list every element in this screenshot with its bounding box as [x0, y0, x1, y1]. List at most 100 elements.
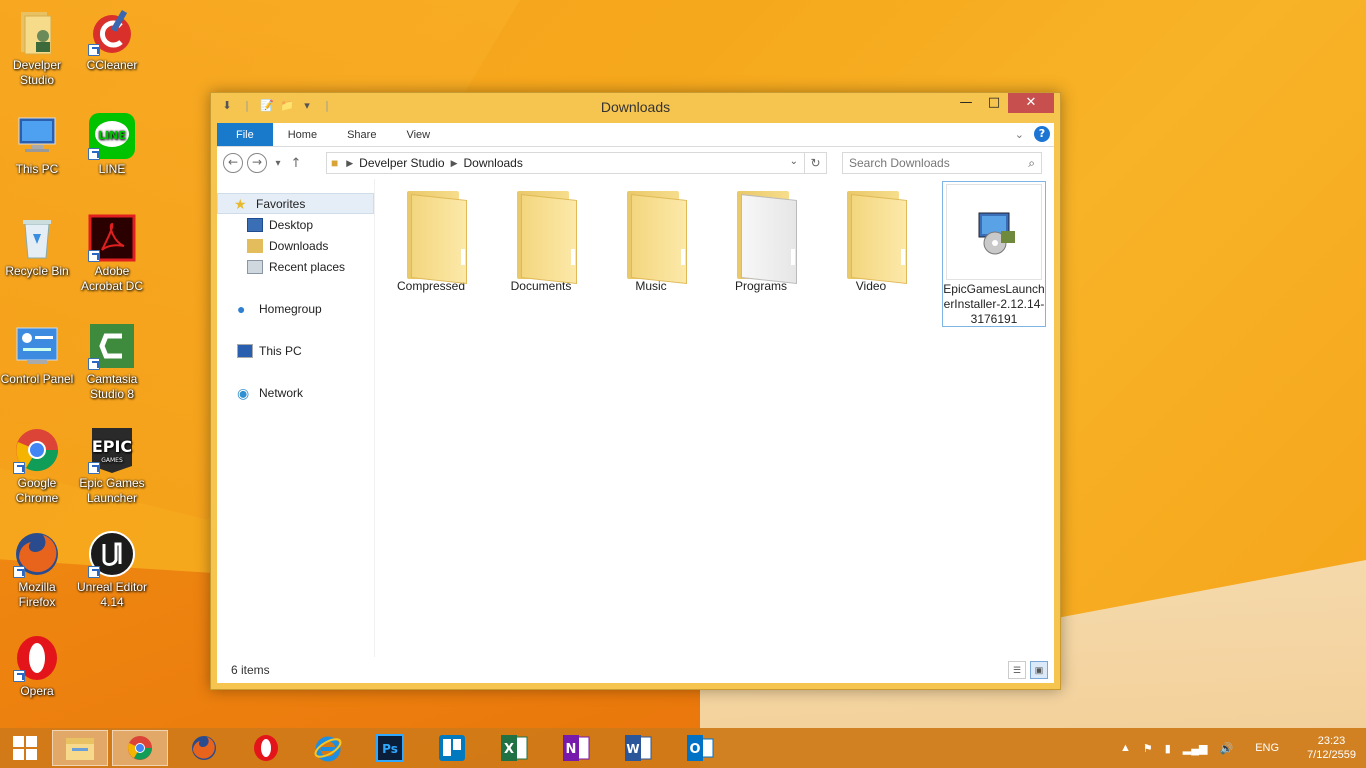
nav-label: Desktop [269, 217, 314, 232]
title-bar[interactable]: ⬇ | 📝 📁 ▾ | Downloads — □ ✕ [211, 93, 1060, 123]
tab-home[interactable]: Home [273, 123, 332, 146]
firefox-icon [13, 530, 61, 578]
desktop-icon-develper-studio[interactable]: Develper Studio [0, 8, 74, 88]
maximize-button[interactable]: □ [980, 93, 1008, 113]
shortcut-arrow-icon [13, 670, 25, 682]
search-input[interactable]: Search Downloads ⌕ [842, 152, 1042, 174]
forward-button[interactable]: → [247, 153, 267, 173]
expand-ribbon-chevron-icon[interactable]: ⌄ [1015, 128, 1024, 141]
clock[interactable]: 23:23 7/12/2559 [1307, 734, 1356, 762]
nav-label: Recent places [269, 259, 346, 274]
desktop-icon-line[interactable]: LINE LINE [75, 112, 149, 177]
nav-desktop[interactable]: Desktop [217, 214, 374, 235]
clock-time: 23:23 [1317, 735, 1346, 747]
desktop-icon-ccleaner[interactable]: CCleaner [75, 8, 149, 73]
taskbar-onenote[interactable]: N [548, 730, 604, 766]
language-indicator[interactable]: ENG [1255, 742, 1279, 754]
network-signal-icon[interactable]: ▂▄▆ [1183, 742, 1208, 755]
desktop-icon-label: CCleaner [86, 58, 138, 72]
search-icon[interactable]: ⌕ [1028, 153, 1035, 173]
breadcrumb-downloads[interactable]: Downloads [463, 156, 522, 170]
desktop-icon-epic-games[interactable]: EPIC GAMES Epic Games Launcher [75, 426, 149, 506]
taskbar-chrome[interactable] [112, 730, 168, 766]
tab-file[interactable]: File [217, 123, 273, 146]
shortcut-arrow-icon [88, 44, 100, 56]
taskbar-internet-explorer[interactable] [300, 730, 356, 766]
recent-locations-chevron-icon[interactable]: ▾ [271, 158, 285, 169]
address-bar[interactable]: ■ ▶ Develper Studio ▶ Downloads ⌄ ↻ [326, 152, 827, 174]
line-icon: LINE [88, 112, 136, 160]
shortcut-arrow-icon [13, 462, 25, 474]
minimize-button[interactable]: — [952, 93, 980, 113]
battery-icon[interactable]: ▮ [1165, 742, 1171, 755]
nav-homegroup[interactable]: ● Homegroup [217, 298, 374, 319]
taskbar-firefox[interactable] [176, 730, 232, 766]
desktop-icon-mozilla-firefox[interactable]: Mozilla Firefox [0, 530, 74, 610]
taskbar-opera[interactable] [238, 730, 294, 766]
folder-item-music[interactable]: Music [598, 181, 704, 294]
desktop-icon-label: Opera [20, 684, 54, 698]
show-hidden-icons-chevron-icon[interactable]: ▲ [1120, 742, 1131, 754]
svg-text:Ps: Ps [382, 742, 398, 756]
address-dropdown-icon[interactable]: ⌄ [790, 156, 798, 167]
desktop-icon-google-chrome[interactable]: Google Chrome [0, 426, 74, 506]
shortcut-arrow-icon [88, 250, 100, 262]
desktop-icon-camtasia[interactable]: Camtasia Studio 8 [75, 322, 149, 402]
folder-icon [493, 181, 589, 284]
explorer-body: File Home Share View ⌄ ? ← → ▾ ↑ ■ ▶ Dev… [217, 123, 1054, 683]
action-center-flag-icon[interactable]: ⚑ [1143, 742, 1153, 755]
breadcrumb-separator: ▶ [450, 157, 458, 168]
outlook-icon: O [687, 735, 714, 761]
desktop-icon-label: Camtasia Studio 8 [86, 372, 138, 401]
desktop-icon-unreal-editor[interactable]: Unreal Editor 4.14 [75, 530, 149, 610]
trello-icon [439, 735, 465, 761]
desktop-icon-opera[interactable]: Opera [0, 634, 74, 699]
shortcut-arrow-icon [88, 566, 100, 578]
desktop-icon-recycle-bin[interactable]: Recycle Bin [0, 214, 74, 279]
file-item-epic-installer[interactable]: EpicGamesLauncherInstaller-2.12.14-31761… [942, 181, 1046, 327]
desktop-icon-adobe-acrobat[interactable]: Adobe Acrobat DC [75, 214, 149, 294]
tab-view[interactable]: View [391, 123, 445, 146]
nav-recent-places[interactable]: Recent places [217, 256, 374, 277]
folder-item-compressed[interactable]: Compressed [378, 181, 484, 294]
nav-label: Downloads [269, 238, 329, 253]
svg-text:O: O [689, 742, 700, 757]
nav-label: Homegroup [259, 301, 322, 316]
nav-this-pc[interactable]: This PC [217, 340, 374, 361]
volume-icon[interactable]: 🔊 [1220, 742, 1234, 755]
up-button[interactable]: ↑ [289, 156, 303, 171]
shortcut-arrow-icon [13, 566, 25, 578]
svg-text:X: X [504, 742, 514, 757]
taskbar-word[interactable]: W [610, 730, 666, 766]
close-button[interactable]: ✕ [1008, 93, 1054, 113]
nav-label: Favorites [256, 196, 306, 211]
large-icons-view-icon[interactable]: ▣ [1030, 661, 1048, 679]
desktop-icon-control-panel[interactable]: Control Panel [0, 322, 74, 387]
nav-downloads[interactable]: Downloads [217, 235, 374, 256]
nav-favorites[interactable]: ★ Favorites [217, 193, 374, 214]
back-button[interactable]: ← [223, 153, 243, 173]
onenote-icon: N [563, 735, 590, 761]
nav-network[interactable]: ◉ Network [217, 382, 374, 403]
taskbar-file-explorer[interactable] [52, 730, 108, 766]
nav-label: Network [259, 385, 304, 400]
help-icon[interactable]: ? [1034, 126, 1050, 142]
folder-icon [603, 181, 699, 284]
start-button[interactable] [0, 730, 50, 766]
refresh-icon[interactable]: ↻ [804, 153, 826, 173]
folder-item-programs[interactable]: Programs [708, 181, 814, 294]
shortcut-arrow-icon [88, 148, 100, 160]
taskbar-outlook[interactable]: O [672, 730, 728, 766]
taskbar-photoshop[interactable]: Ps [362, 730, 418, 766]
folder-item-video[interactable]: Video [818, 181, 924, 294]
desktop-icon-label: Adobe Acrobat DC [80, 264, 144, 293]
taskbar-excel[interactable]: X [486, 730, 542, 766]
desktop-icon-this-pc[interactable]: This PC [0, 112, 74, 177]
details-view-icon[interactable]: ☰ [1008, 661, 1026, 679]
svg-text:W: W [626, 742, 639, 756]
taskbar-trello[interactable] [424, 730, 480, 766]
tab-share[interactable]: Share [332, 123, 391, 146]
breadcrumb-develper-studio[interactable]: Develper Studio [359, 156, 444, 170]
folder-item-documents[interactable]: Documents [488, 181, 594, 294]
folder-with-files-icon [713, 181, 809, 284]
